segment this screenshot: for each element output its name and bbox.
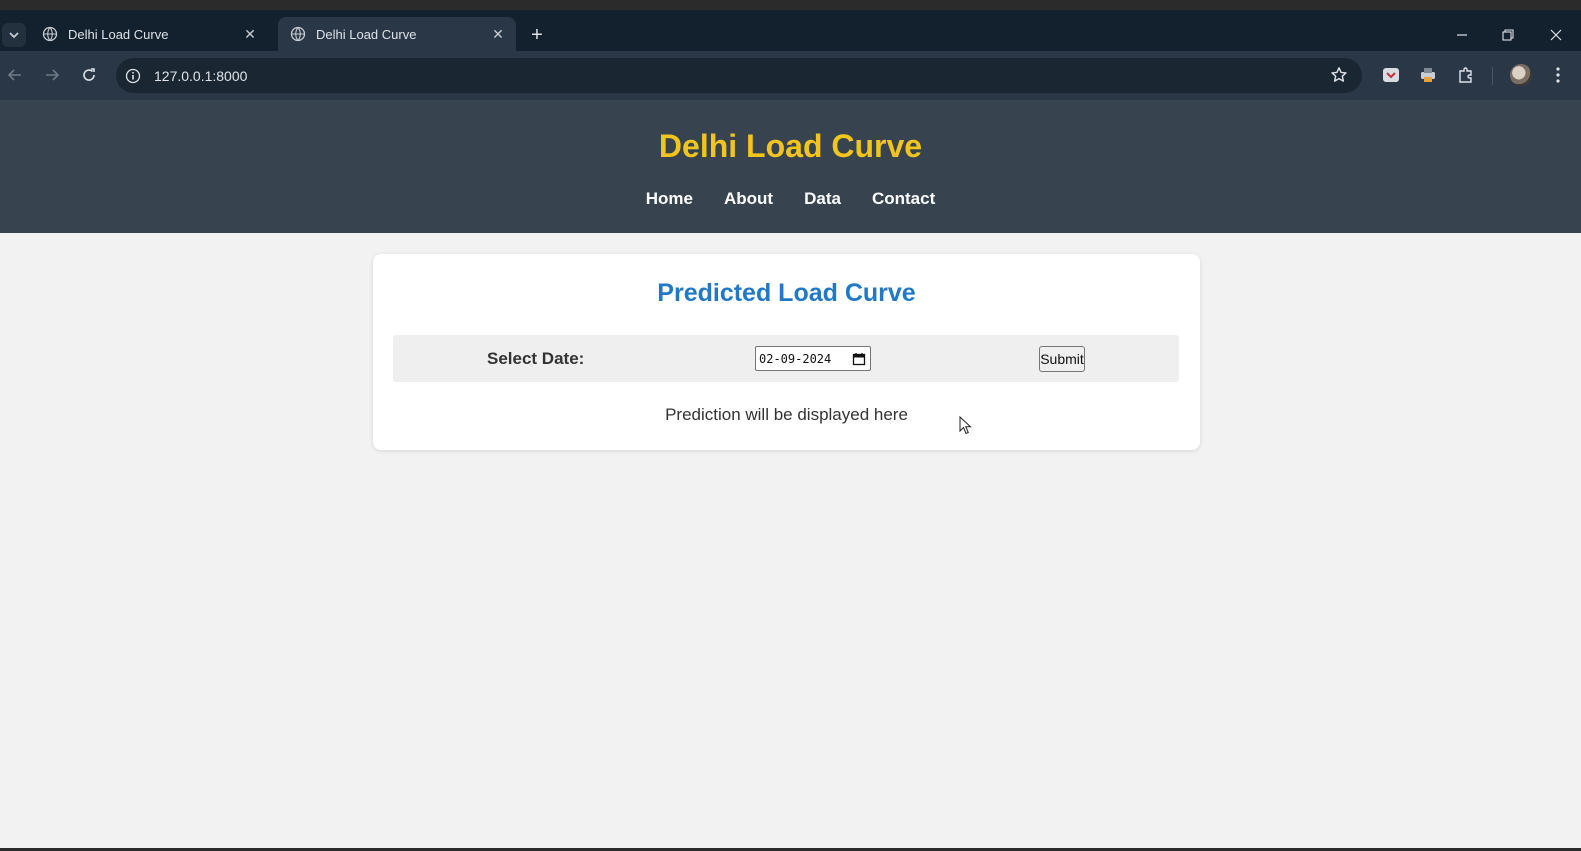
date-form: Select Date: 02-09-2024 Submit — [393, 335, 1179, 382]
reload-icon[interactable] — [77, 63, 101, 87]
avatar[interactable] — [1510, 64, 1532, 86]
back-icon[interactable] — [3, 63, 27, 87]
url-text: 127.0.0.1:8000 — [154, 67, 248, 84]
date-value: 02-09-2024 — [759, 351, 832, 366]
pocket-icon[interactable] — [1380, 64, 1402, 86]
address-bar[interactable]: 127.0.0.1:8000 — [116, 58, 1362, 93]
nav-about[interactable]: About — [724, 189, 773, 209]
tab-search-icon[interactable] — [2, 23, 26, 47]
restore-icon[interactable] — [1488, 22, 1528, 48]
prediction-card: Predicted Load Curve Select Date: 02-09-… — [373, 254, 1200, 450]
close-icon[interactable]: ✕ — [240, 24, 260, 44]
browser-toolbar: 127.0.0.1:8000 — [0, 51, 1581, 100]
site-header: Delhi Load Curve Home About Data Contact — [0, 100, 1581, 233]
nav-home[interactable]: Home — [646, 189, 693, 209]
site-title: Delhi Load Curve — [658, 128, 923, 164]
nav-data[interactable]: Data — [804, 189, 841, 209]
minimize-icon[interactable] — [1442, 22, 1482, 48]
submit-button[interactable]: Submit — [1039, 346, 1085, 372]
mouse-cursor-icon — [959, 416, 972, 435]
printer-icon[interactable] — [1417, 64, 1439, 86]
star-icon[interactable] — [1330, 66, 1348, 84]
globe-icon — [290, 26, 306, 42]
info-icon[interactable] — [124, 67, 142, 85]
window-top-strip — [0, 0, 1581, 10]
calendar-icon[interactable] — [852, 352, 866, 366]
forward-icon[interactable] — [40, 63, 64, 87]
more-menu-icon[interactable] — [1547, 64, 1569, 86]
close-icon[interactable]: ✕ — [488, 24, 508, 44]
date-input[interactable]: 02-09-2024 — [755, 346, 871, 371]
card-title: Predicted Load Curve — [657, 279, 916, 307]
toolbar-separator — [1492, 67, 1493, 85]
prediction-text: Prediction will be displayed here — [665, 405, 908, 424]
globe-icon — [42, 26, 58, 42]
tab-bar: Delhi Load Curve ✕ Delhi Load Curve ✕ + — [0, 10, 1581, 51]
tab-title: Delhi Load Curve — [68, 26, 169, 42]
tab-title: Delhi Load Curve — [316, 26, 417, 42]
date-label: Select Date: — [487, 349, 585, 368]
tab-active[interactable]: Delhi Load Curve ✕ — [278, 17, 516, 51]
extensions-icon[interactable] — [1455, 64, 1477, 86]
tab-inactive[interactable]: Delhi Load Curve ✕ — [30, 17, 268, 51]
plus-icon[interactable]: + — [526, 24, 548, 46]
window-close-icon[interactable] — [1536, 22, 1576, 48]
site-nav: Home About Data Contact — [0, 189, 1581, 209]
nav-contact[interactable]: Contact — [872, 189, 935, 209]
